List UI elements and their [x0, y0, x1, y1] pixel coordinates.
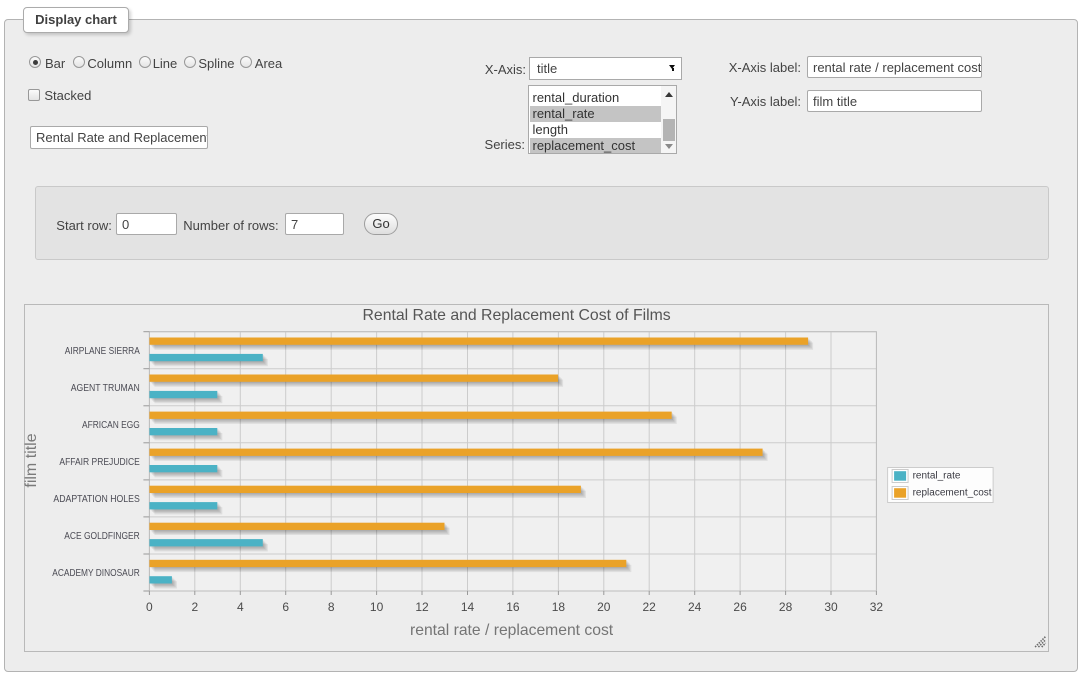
svg-text:ACADEMY DINOSAUR: ACADEMY DINOSAUR — [53, 568, 140, 579]
svg-text:30: 30 — [825, 600, 839, 614]
svg-text:32: 32 — [870, 600, 884, 614]
svg-text:AGENT TRUMAN: AGENT TRUMAN — [71, 383, 140, 394]
svg-text:AFFAIR PREJUDICE: AFFAIR PREJUDICE — [60, 457, 141, 468]
svg-text:28: 28 — [779, 600, 793, 614]
svg-text:12: 12 — [416, 600, 430, 614]
svg-text:14: 14 — [461, 600, 475, 614]
svg-text:Rental Rate and Replacement Co: Rental Rate and Replacement Cost of Film… — [363, 307, 671, 324]
svg-text:24: 24 — [688, 600, 702, 614]
svg-text:10: 10 — [370, 600, 384, 614]
svg-text:2: 2 — [192, 600, 199, 614]
svg-text:ACE GOLDFINGER: ACE GOLDFINGER — [65, 531, 140, 542]
svg-text:4: 4 — [237, 600, 244, 614]
svg-text:26: 26 — [734, 600, 748, 614]
svg-text:22: 22 — [643, 600, 657, 614]
svg-text:AIRPLANE SIERRA: AIRPLANE SIERRA — [65, 346, 140, 357]
svg-text:16: 16 — [507, 600, 521, 614]
svg-text:rental_rate: rental_rate — [913, 471, 961, 482]
svg-text:6: 6 — [283, 600, 290, 614]
svg-text:rental rate / replacement cost: rental rate / replacement cost — [410, 622, 614, 639]
svg-text:8: 8 — [328, 600, 335, 614]
svg-text:ADAPTATION HOLES: ADAPTATION HOLES — [54, 494, 141, 505]
svg-text:film title: film title — [23, 433, 40, 487]
svg-text:replacement_cost: replacement_cost — [913, 488, 992, 499]
svg-text:0: 0 — [146, 600, 153, 614]
svg-text:18: 18 — [552, 600, 566, 614]
svg-text:AFRICAN EGG: AFRICAN EGG — [82, 420, 140, 431]
svg-text:20: 20 — [598, 600, 612, 614]
